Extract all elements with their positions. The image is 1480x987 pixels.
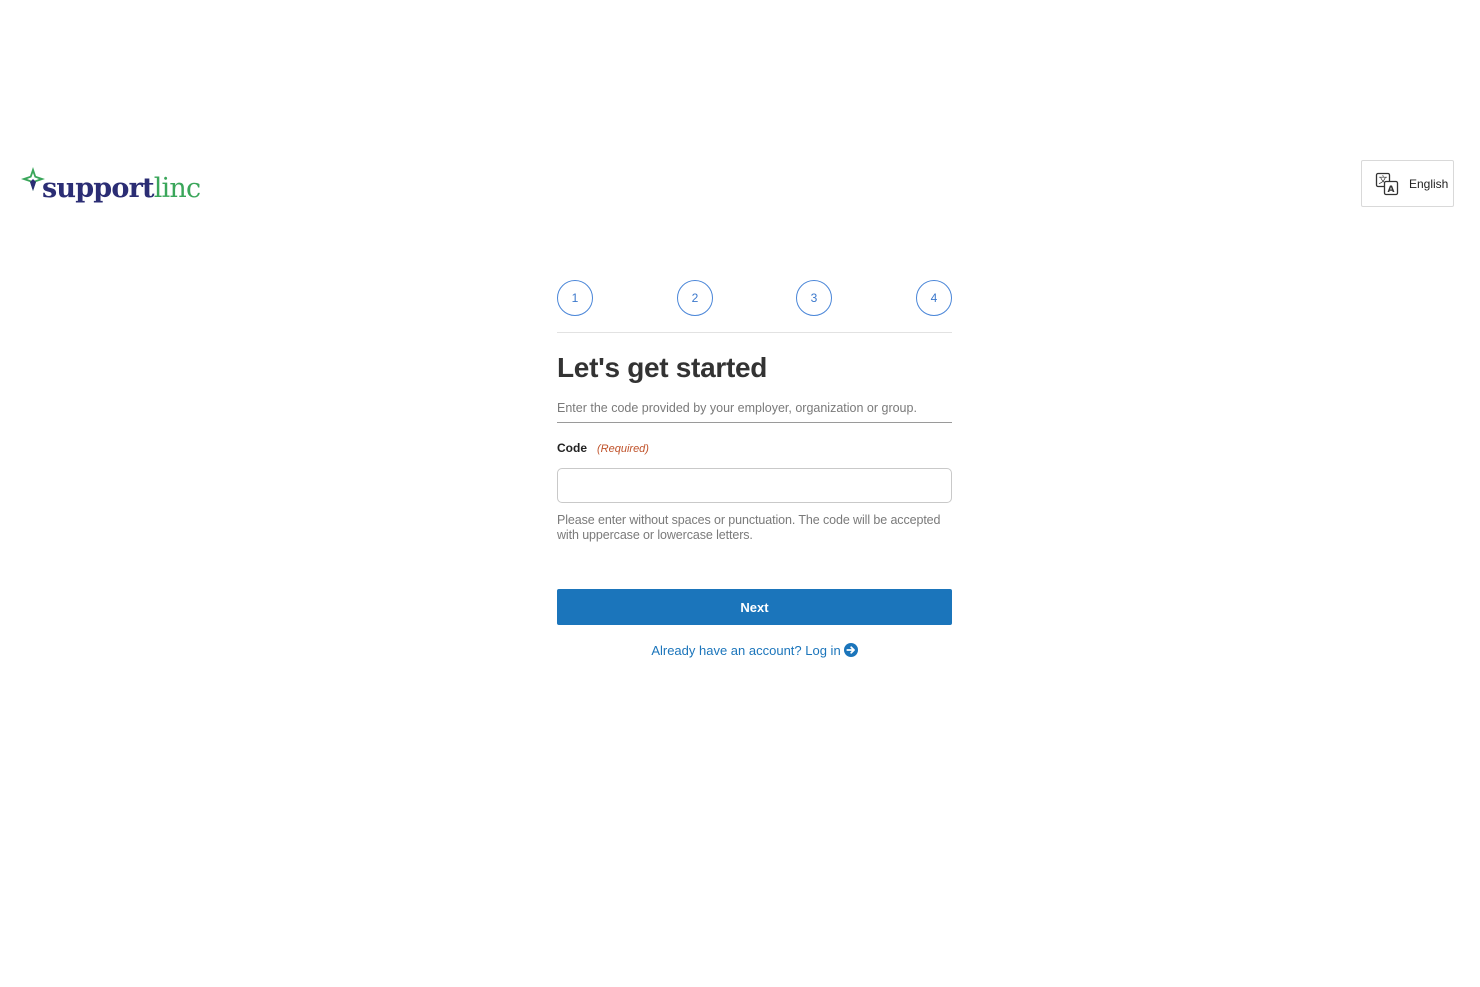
page: supportlinc 文 A English 1 2 3 4 Let's ge…: [0, 0, 1480, 987]
progress-steps: 1 2 3 4: [557, 280, 952, 333]
login-row: Already have an account? Log in: [557, 643, 952, 658]
signup-form: 1 2 3 4 Let's get started Enter the code…: [557, 280, 952, 658]
arrow-circle-right-icon: [843, 643, 858, 657]
step-4-indicator: 4: [916, 280, 952, 316]
language-label: English: [1409, 176, 1449, 191]
logo-text-linc: linc: [153, 173, 201, 204]
translate-icon: 文 A: [1375, 172, 1399, 195]
supportlinc-logo[interactable]: supportlinc: [20, 162, 201, 206]
page-subtitle: Enter the code provided by your employer…: [557, 401, 952, 423]
required-indicator: (Required): [597, 443, 649, 455]
logo-text-support: support: [42, 173, 155, 204]
code-label-row: Code (Required): [557, 441, 952, 455]
svg-text:A: A: [1388, 185, 1395, 195]
page-title: Let's get started: [557, 352, 768, 383]
code-label: Code: [557, 441, 587, 455]
language-selector-button[interactable]: 文 A English: [1361, 160, 1454, 207]
logo-wordmark: supportlinc: [42, 173, 201, 206]
login-link-text: Already have an account? Log in: [651, 643, 841, 658]
step-1-indicator: 1: [557, 280, 593, 316]
step-2-indicator: 2: [677, 280, 713, 316]
login-link[interactable]: Already have an account? Log in: [651, 643, 858, 658]
step-3-indicator: 3: [796, 280, 832, 316]
code-help-text: Please enter without spaces or punctuati…: [557, 513, 941, 542]
next-button[interactable]: Next: [557, 589, 952, 625]
code-input[interactable]: [557, 468, 952, 503]
